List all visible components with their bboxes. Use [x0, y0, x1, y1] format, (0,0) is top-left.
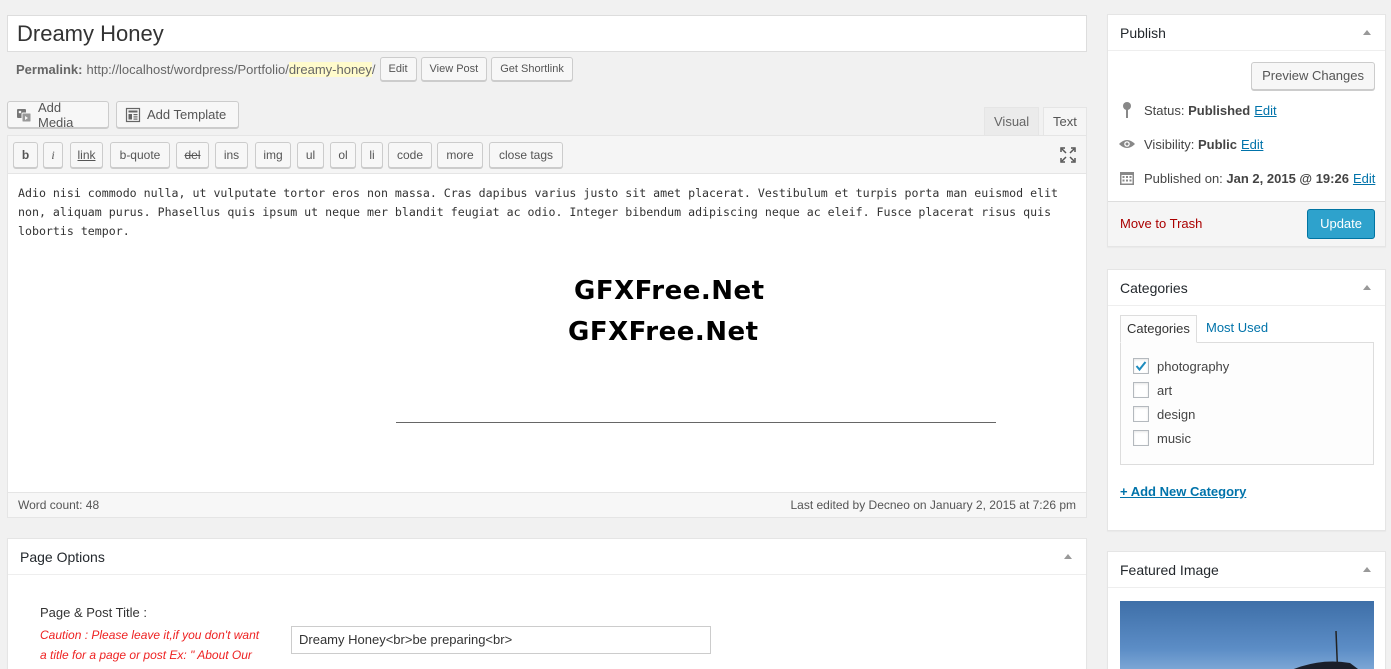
checkbox[interactable] [1133, 430, 1149, 446]
page-options-header[interactable]: Page Options [8, 539, 1086, 575]
post-title-input[interactable]: Dreamy Honey [7, 15, 1087, 52]
categories-header[interactable]: Categories [1108, 270, 1385, 306]
page-title-field-label: Page & Post Title : [40, 605, 147, 620]
edit-permalink-button[interactable]: Edit [379, 57, 417, 81]
publish-title: Publish [1120, 25, 1166, 41]
category-label: design [1157, 406, 1196, 422]
featured-image-header[interactable]: Featured Image [1108, 552, 1385, 588]
calendar-icon [1118, 169, 1136, 187]
page-options-box: Page Options Page & Post Title : Caution… [7, 538, 1087, 669]
tab-all-categories[interactable]: Categories [1120, 315, 1197, 343]
status-row: Status: Published Edit [1118, 101, 1277, 119]
qt-link-button[interactable]: link [70, 142, 103, 168]
edit-visibility-link[interactable]: Edit [1241, 137, 1263, 152]
caution-text: Caution : Please leave it,if you don't w… [40, 628, 260, 669]
qt-ol-button[interactable]: ol [330, 142, 356, 168]
get-shortlink-button[interactable]: Get Shortlink [491, 57, 573, 81]
watermark-text: GFXFree.Net [574, 276, 765, 306]
published-on-label: Published on: [1144, 170, 1223, 186]
category-item[interactable]: art [1133, 382, 1172, 398]
editor-status-bar: Word count: 48 Last edited by Decneo on … [8, 492, 1086, 517]
add-template-label: Add Template [147, 107, 227, 122]
publish-header[interactable]: Publish [1108, 15, 1385, 51]
checkbox[interactable] [1133, 382, 1149, 398]
qt-more-button[interactable]: more [437, 142, 483, 168]
permalink-base: http://localhost/wordpress/Portfolio/ [86, 61, 289, 77]
word-count: Word count: 48 [18, 498, 100, 512]
qt-bquote-button[interactable]: b-quote [110, 142, 170, 168]
page-options-title: Page Options [20, 549, 105, 565]
permalink-row: Permalink: http://localhost/wordpress/Po… [16, 57, 573, 81]
tab-text[interactable]: Text [1043, 107, 1087, 136]
page-title-field[interactable]: Dreamy Honey<br>be preparing<br> [291, 626, 711, 654]
permalink-end: / [371, 61, 376, 77]
tab-most-used[interactable]: Most Used [1200, 315, 1274, 343]
view-post-button[interactable]: View Post [420, 57, 488, 81]
category-label: music [1157, 430, 1191, 446]
category-label: art [1157, 382, 1173, 398]
move-to-trash-link[interactable]: Move to Trash [1120, 216, 1202, 231]
status-label: Status: [1144, 102, 1185, 118]
featured-image-thumbnail[interactable] [1120, 601, 1374, 669]
qt-li-button[interactable]: li [361, 142, 383, 168]
last-edited: Last edited by Decneo on January 2, 2015… [790, 498, 1076, 512]
watermark-text: GFXFree.Net [568, 317, 759, 347]
quicktags-toolbar: b i link b-quote del ins img ul ol li co… [8, 136, 1086, 174]
category-item[interactable]: photography [1133, 358, 1229, 374]
template-icon [125, 107, 141, 123]
qt-code-button[interactable]: code [388, 142, 432, 168]
checkbox[interactable] [1133, 406, 1149, 422]
published-on-row: Published on: Jan 2, 2015 @ 19:26 Edit [1118, 169, 1375, 187]
preview-changes-button[interactable]: Preview Changes [1251, 62, 1375, 90]
update-button[interactable]: Update [1307, 209, 1375, 239]
collapse-icon[interactable] [1064, 554, 1072, 559]
eye-icon [1118, 135, 1136, 153]
divider [396, 422, 996, 423]
qt-bold-button[interactable]: b [13, 142, 38, 168]
qt-ul-button[interactable]: ul [297, 142, 324, 168]
visibility-row: Visibility: Public Edit [1118, 135, 1263, 153]
fullscreen-icon[interactable] [1060, 147, 1076, 163]
edit-status-link[interactable]: Edit [1254, 103, 1276, 118]
editor: b i link b-quote del ins img ul ol li co… [7, 135, 1087, 518]
featured-image-title: Featured Image [1120, 562, 1219, 578]
qt-img-button[interactable]: img [255, 142, 291, 168]
categories-title: Categories [1120, 280, 1188, 296]
visibility-label: Visibility: [1144, 136, 1195, 152]
visibility-value: Public [1197, 136, 1237, 152]
qt-close-tags-button[interactable]: close tags [489, 142, 563, 168]
collapse-icon[interactable] [1363, 30, 1371, 35]
published-on-value: Jan 2, 2015 @ 19:26 [1226, 170, 1349, 186]
media-icon [16, 107, 32, 123]
publish-box: Publish Preview Changes Status: Publishe… [1107, 14, 1386, 247]
qt-del-button[interactable]: del [176, 142, 209, 168]
categories-box: Categories photography art design music … [1107, 269, 1386, 531]
collapse-icon[interactable] [1363, 567, 1371, 572]
pin-icon [1118, 101, 1136, 119]
permalink-label: Permalink: [16, 61, 83, 77]
permalink-slug[interactable]: dreamy-honey [288, 61, 372, 77]
tab-visual[interactable]: Visual [984, 107, 1040, 136]
add-media-button[interactable]: Add Media [7, 99, 109, 130]
qt-ins-button[interactable]: ins [215, 142, 248, 168]
add-media-label: Add Media [38, 99, 74, 130]
categories-checklist: photography art design music [1120, 342, 1374, 465]
add-new-category-link[interactable]: + Add New Category [1120, 484, 1246, 499]
featured-image-box: Featured Image [1107, 551, 1386, 669]
checkbox-checked[interactable] [1133, 358, 1149, 374]
edit-date-link[interactable]: Edit [1353, 171, 1375, 186]
content-textarea[interactable]: Adio nisi commodo nulla, ut vulputate to… [18, 184, 1080, 241]
add-template-button[interactable]: Add Template [116, 101, 239, 128]
publish-actions: Move to Trash Update [1108, 201, 1385, 246]
category-item[interactable]: music [1133, 430, 1191, 446]
status-value: Published [1188, 102, 1251, 118]
category-label: photography [1157, 358, 1230, 374]
qt-italic-button[interactable]: i [43, 142, 63, 168]
category-item[interactable]: design [1133, 406, 1195, 422]
collapse-icon[interactable] [1363, 285, 1371, 290]
